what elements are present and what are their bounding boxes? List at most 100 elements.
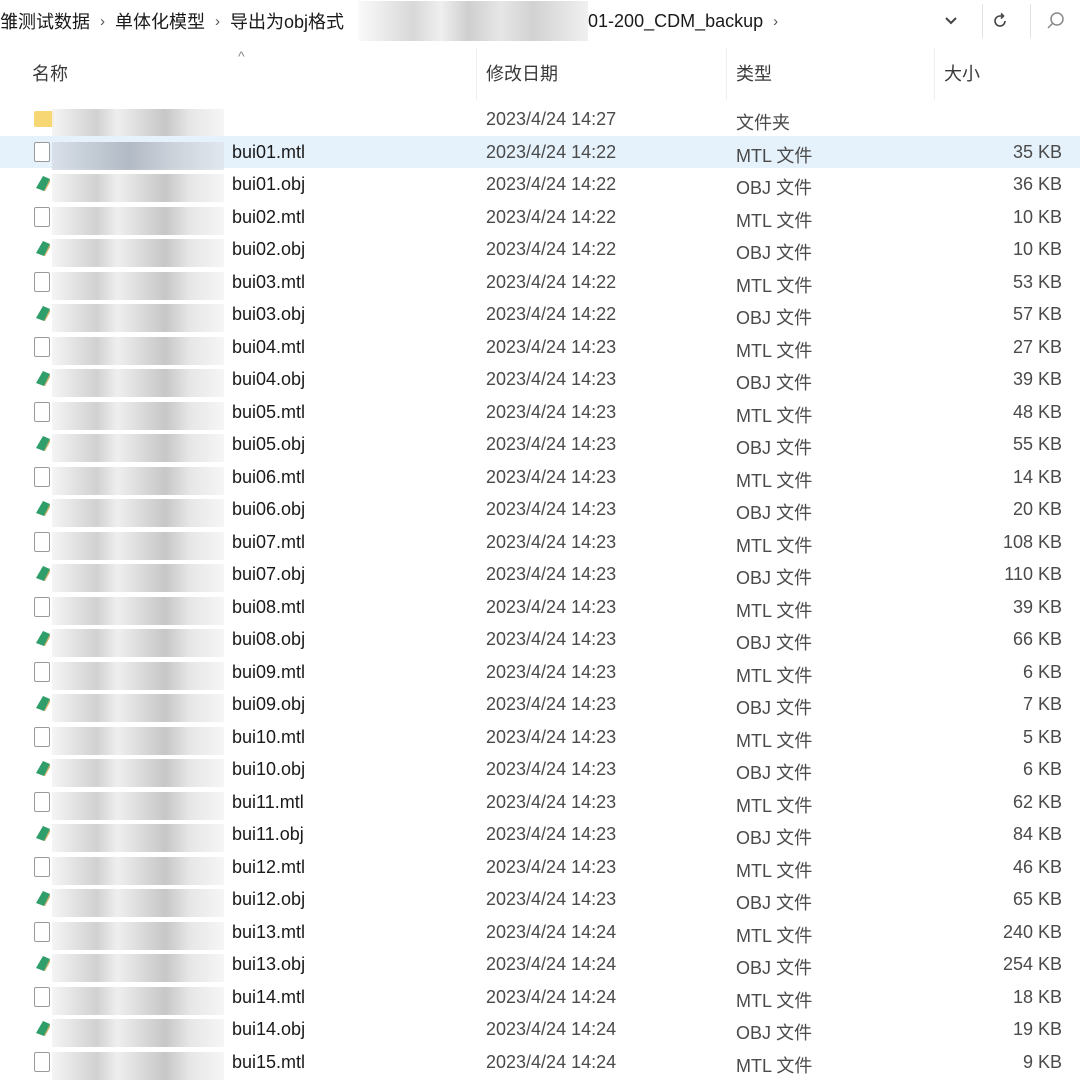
file-row[interactable]: bui11.mtl 2023/4/24 14:23 MTL 文件 62 KB: [0, 786, 1080, 820]
redacted-name-prefix: [52, 889, 224, 917]
address-history-dropdown-button[interactable]: [934, 4, 968, 38]
file-name: bui01.mtl: [232, 141, 306, 162]
file-name: bui15.mtl: [232, 1051, 306, 1072]
search-icon: [1047, 12, 1064, 29]
file-row[interactable]: bui02.mtl 2023/4/24 14:22 MTL 文件 10 KB: [0, 201, 1080, 235]
column-header-name[interactable]: 名称: [32, 60, 68, 86]
file-row[interactable]: bui01.mtl 2023/4/24 14:22 MTL 文件 35 KB: [0, 135, 1080, 170]
file-row[interactable]: bui05.mtl 2023/4/24 14:23 MTL 文件 48 KB: [0, 396, 1080, 430]
file-row[interactable]: bui13.obj 2023/4/24 14:24 OBJ 文件 254 KB: [0, 948, 1080, 982]
breadcrumb-separator-icon: ›: [215, 12, 220, 30]
file-size: 48 KB: [1012, 401, 1062, 422]
redacted-name-prefix: [52, 141, 224, 170]
file-name: bui03.obj: [232, 304, 306, 324]
redacted-name-prefix: [52, 369, 224, 397]
file-row[interactable]: bui12.obj 2023/4/24 14:23 OBJ 文件 65 KB: [0, 883, 1080, 917]
file-name: bui10.obj: [232, 759, 306, 779]
file-size: 35 KB: [1012, 141, 1062, 162]
file-row[interactable]: bui11.obj 2023/4/24 14:23 OBJ 文件 84 KB: [0, 818, 1080, 852]
file-type: MTL 文件: [736, 210, 813, 231]
file-row[interactable]: bui04.obj 2023/4/24 14:23 OBJ 文件 39 KB: [0, 363, 1080, 397]
breadcrumb-item-export-obj[interactable]: 导出为obj格式: [230, 8, 344, 34]
file-size: 110 KB: [1004, 564, 1062, 584]
file-type: OBJ 文件: [736, 763, 813, 783]
breadcrumb-item-monomer-model[interactable]: 单体化模型: [115, 8, 205, 34]
file-type: MTL 文件: [736, 470, 813, 491]
file-size: 55 KB: [1012, 434, 1062, 454]
search-button[interactable]: [1030, 4, 1080, 38]
chevron-down-icon: [945, 17, 957, 25]
file-row[interactable]: bui04.mtl 2023/4/24 14:23 MTL 文件 27 KB: [0, 331, 1080, 365]
file-row[interactable]: bui10.obj 2023/4/24 14:23 OBJ 文件 6 KB: [0, 753, 1080, 787]
file-row[interactable]: bui07.mtl 2023/4/24 14:23 MTL 文件 108 KB: [0, 526, 1080, 560]
breadcrumb-separator-icon[interactable]: ›: [773, 13, 778, 30]
mtl-file-icon: [34, 206, 50, 227]
file-row[interactable]: bui08.obj 2023/4/24 14:23 OBJ 文件 66 KB: [0, 623, 1080, 657]
file-row[interactable]: bui12.mtl 2023/4/24 14:23 MTL 文件 46 KB: [0, 851, 1080, 885]
file-row[interactable]: bui01.obj 2023/4/24 14:22 OBJ 文件 36 KB: [0, 168, 1080, 202]
file-name: bui08.obj: [232, 629, 306, 649]
file-type: OBJ 文件: [736, 568, 813, 588]
file-size: 20 KB: [1012, 499, 1062, 519]
mtl-file-icon: [34, 141, 50, 162]
file-name: bui09.mtl: [232, 661, 306, 682]
file-name: bui02.obj: [232, 239, 306, 259]
file-row[interactable]: bui02.obj 2023/4/24 14:22 OBJ 文件 10 KB: [0, 233, 1080, 267]
file-row[interactable]: bui06.mtl 2023/4/24 14:23 MTL 文件 14 KB: [0, 461, 1080, 495]
folder-row[interactable]: 2023/4/24 14:27 文件夹: [0, 103, 1080, 137]
file-row[interactable]: bui07.obj 2023/4/24 14:23 OBJ 文件 110 KB: [0, 558, 1080, 592]
redacted-name-prefix: [52, 629, 224, 657]
file-type: OBJ 文件: [736, 438, 813, 458]
file-size: 7 KB: [1022, 694, 1062, 714]
file-name: bui06.obj: [232, 499, 306, 519]
file-row[interactable]: bui05.obj 2023/4/24 14:23 OBJ 文件 55 KB: [0, 428, 1080, 462]
redacted-name-prefix: [52, 856, 224, 885]
redacted-name-prefix: [52, 596, 224, 625]
folder-icon: [34, 111, 54, 127]
refresh-button[interactable]: [982, 4, 1017, 38]
file-type: OBJ 文件: [736, 178, 813, 198]
mtl-file-icon: [34, 1051, 50, 1072]
file-row[interactable]: bui06.obj 2023/4/24 14:23 OBJ 文件 20 KB: [0, 493, 1080, 527]
file-row[interactable]: bui09.obj 2023/4/24 14:23 OBJ 文件 7 KB: [0, 688, 1080, 722]
file-date-modified: 2023/4/24 14:23: [486, 434, 617, 454]
file-row[interactable]: bui08.mtl 2023/4/24 14:23 MTL 文件 39 KB: [0, 591, 1080, 625]
file-row[interactable]: bui10.mtl 2023/4/24 14:23 MTL 文件 5 KB: [0, 721, 1080, 755]
file-row[interactable]: bui15.mtl 2023/4/24 14:24 MTL 文件 9 KB: [0, 1046, 1080, 1080]
redacted-name-prefix: [52, 921, 224, 950]
obj-file-icon: [34, 954, 52, 972]
file-date-modified: 2023/4/24 14:23: [486, 694, 617, 714]
file-size: 46 KB: [1012, 856, 1062, 877]
breadcrumb-item-current-folder[interactable]: 01-200_CDM_backup: [588, 11, 763, 32]
file-row[interactable]: bui14.obj 2023/4/24 14:24 OBJ 文件 19 KB: [0, 1013, 1080, 1047]
file-row[interactable]: bui03.mtl 2023/4/24 14:22 MTL 文件 53 KB: [0, 266, 1080, 300]
column-header-type[interactable]: 类型: [736, 60, 772, 86]
file-name: bui11.obj: [232, 824, 304, 844]
column-divider[interactable]: [476, 48, 477, 100]
column-header-size[interactable]: 大小: [944, 60, 980, 86]
file-list: 2023/4/24 14:27 文件夹 bui01.mtl 2023/4/24 14:…: [0, 103, 1080, 1080]
mtl-file-icon: [34, 531, 50, 552]
file-row[interactable]: bui03.obj 2023/4/24 14:22 OBJ 文件 57 KB: [0, 298, 1080, 332]
file-date-modified: 2023/4/24 14:23: [486, 531, 617, 552]
file-name: bui07.obj: [232, 564, 306, 584]
file-date-modified: 2023/4/24 14:23: [486, 596, 617, 617]
column-divider[interactable]: [726, 48, 727, 100]
breadcrumb-item-test-data[interactable]: 雏测试数据: [0, 8, 90, 34]
column-divider[interactable]: [934, 48, 935, 100]
file-name: bui06.mtl: [232, 466, 306, 487]
file-type: MTL 文件: [736, 535, 813, 556]
file-row[interactable]: bui14.mtl 2023/4/24 14:24 MTL 文件 18 KB: [0, 981, 1080, 1015]
file-row[interactable]: bui13.mtl 2023/4/24 14:24 MTL 文件 240 KB: [0, 916, 1080, 950]
redacted-name-prefix: [52, 954, 224, 982]
file-date-modified: 2023/4/24 14:23: [486, 759, 617, 779]
file-name: bui11.mtl: [232, 791, 304, 812]
file-date-modified: 2023/4/24 14:23: [486, 466, 617, 487]
file-row[interactable]: bui09.mtl 2023/4/24 14:23 MTL 文件 6 KB: [0, 656, 1080, 690]
address-bar[interactable]: 雏测试数据 › 单体化模型 › 导出为obj格式 01-200_CDM_back…: [0, 0, 1080, 44]
redacted-name-prefix: [52, 174, 224, 202]
redacted-name-prefix: [52, 791, 224, 820]
redacted-name-prefix: [52, 109, 224, 137]
file-name: bui12.mtl: [232, 856, 306, 877]
column-header-date-modified[interactable]: 修改日期: [486, 60, 558, 86]
